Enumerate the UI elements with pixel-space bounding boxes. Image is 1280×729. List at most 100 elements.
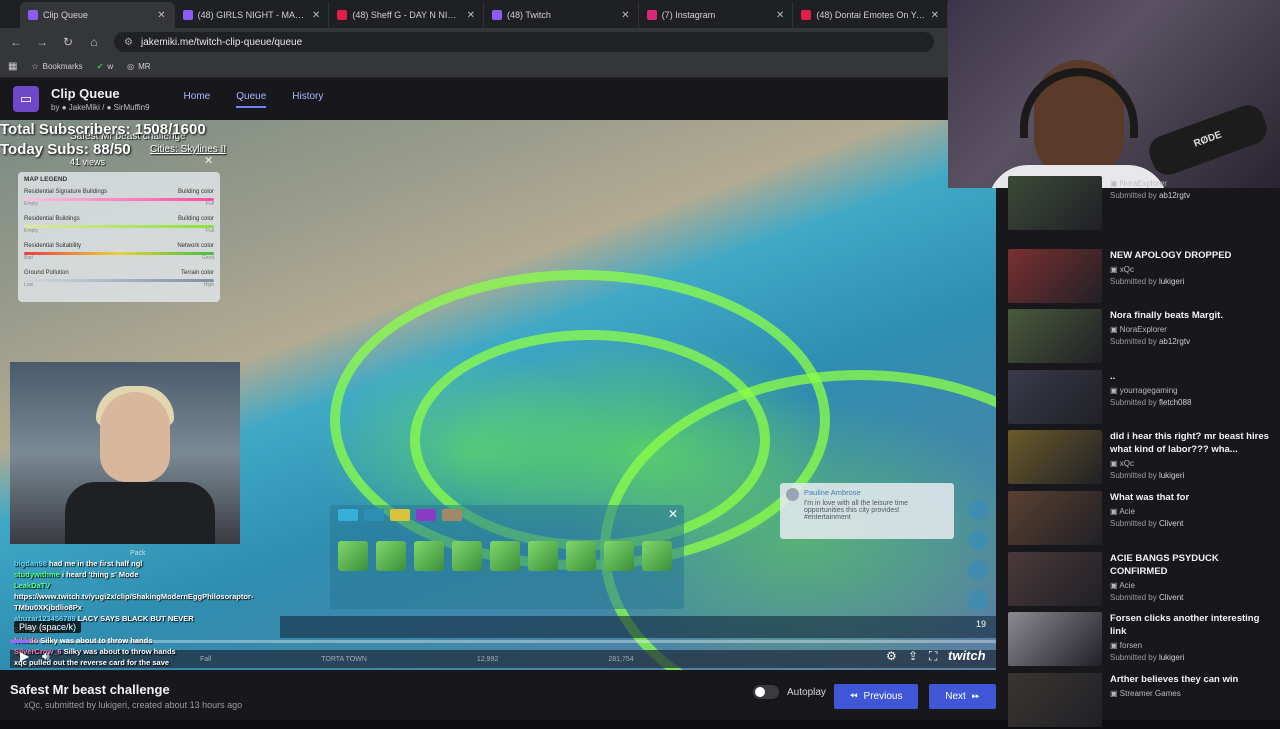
rewind-icon: ⏪︎ — [849, 691, 858, 702]
queue-item[interactable]: Nora finally beats Margit. ▣ NoraExplorer… — [1008, 309, 1274, 365]
browser-tab[interactable]: (7) Instagram ✕ — [639, 2, 794, 28]
apps-grid-icon[interactable]: ▦ — [8, 61, 17, 72]
legend-row: Residential Suitability Network color Ba… — [24, 243, 214, 261]
next-button[interactable]: Next ⏩︎ — [929, 684, 996, 709]
video-progress-bar[interactable] — [10, 640, 996, 643]
chat-message: bigdan98 had me in the first half ngl — [14, 558, 214, 569]
queue-item[interactable]: What was that for ▣ Acie Submitted by Cliv… — [1008, 491, 1274, 547]
tab-close-icon[interactable]: ✕ — [776, 10, 784, 21]
reload-icon[interactable]: ↻ — [62, 35, 74, 49]
queue-item[interactable]: .. ▣ yourragegaming Submitted by fletch088 — [1008, 369, 1274, 426]
nav-queue[interactable]: Queue — [236, 91, 267, 108]
legend-title: MAP LEGEND — [24, 176, 68, 183]
previous-button[interactable]: ⏪︎ Previous — [834, 684, 918, 709]
legend-label: Residential Signature Buildings — [24, 189, 108, 195]
tab-close-icon[interactable]: ✕ — [157, 10, 165, 21]
app-credits: by ● JakeMiki / ● SirMuffin9 — [51, 103, 150, 112]
queue-channel: ▣ forsen — [1110, 641, 1143, 651]
broadcaster-icon: ▣ — [1110, 325, 1118, 335]
legend-label: Residential Suitability — [24, 243, 82, 249]
queue-thumbnail[interactable] — [1008, 369, 1102, 424]
queue-thumbnail[interactable] — [1008, 612, 1102, 667]
home-icon[interactable]: ⌂ — [88, 35, 100, 49]
queue-submitter: Submitted by Clivent — [1110, 519, 1184, 528]
queue-text: Nora finally beats Margit. ▣ NoraExplorer… — [1110, 309, 1270, 346]
bookmarks-bar: ▦ ☆ Bookmarks ✔ w ◎ MR — [0, 56, 948, 78]
queue-submitter: Submitted by Clivent — [1110, 592, 1184, 602]
chat-text: i heard 'thing s' Mode — [61, 570, 139, 579]
queue-thumbnail[interactable] — [1008, 491, 1102, 545]
chirper-name: Pauline Ambrose — [804, 488, 861, 497]
tab-close-icon[interactable]: ✕ — [312, 10, 320, 21]
queue-text: ACIE BANGS PSYDUCK CONFIRMED ▣ Acie Submit… — [1110, 552, 1270, 602]
video-progress-fill — [10, 640, 30, 643]
autoplay-toggle[interactable] — [753, 685, 779, 699]
share-icon[interactable]: ⇪ — [908, 649, 918, 663]
queue-thumbnail[interactable] — [1008, 551, 1102, 606]
queue-item[interactable]: ACIE BANGS PSYDUCK CONFIRMED ▣ Acie Submit… — [1008, 551, 1274, 608]
autoplay-control: Autoplay — [753, 685, 826, 699]
browser-tab[interactable]: (48) Sheff G - DAY N NITE Free ✕ — [329, 2, 485, 28]
queue-item[interactable]: did i hear this right? mr beast hires wh… — [1008, 430, 1274, 486]
tab-title: (48) GIRLS NIGHT - MAKING IT — [197, 10, 307, 20]
tab-close-icon[interactable]: ✕ — [621, 10, 629, 21]
queue-item[interactable]: NEW APOLOGY DROPPED ▣ xQc Submitted by luk… — [1008, 248, 1274, 305]
site-info-icon[interactable]: ⚙ — [124, 37, 133, 48]
legend-type: Building color — [177, 216, 214, 222]
play-icon[interactable]: ▶ — [20, 649, 29, 663]
game-side-buttons — [968, 500, 988, 610]
credit-jakemiki[interactable]: JakeMiki — [69, 103, 100, 112]
queue-thumbnail[interactable] — [1008, 248, 1102, 303]
tab-close-icon[interactable]: ✕ — [931, 10, 939, 21]
browser-tab[interactable]: (48) Dontai Emotes On Yourra ✕ — [793, 2, 949, 28]
bookmark-w[interactable]: ✔ w — [97, 62, 113, 71]
volume-icon[interactable]: 🔊︎ — [42, 649, 50, 664]
nav-home[interactable]: Home — [184, 91, 211, 108]
github-icon: ● — [61, 103, 67, 112]
queue-item[interactable]: Forsen clicks another interesting link ▣ … — [1008, 612, 1274, 668]
fullscreen-icon[interactable]: ⛶ — [929, 649, 937, 664]
legend-label: Residential Buildings — [24, 216, 80, 222]
queue-thumbnail[interactable] — [1008, 672, 1102, 727]
browser-tab[interactable]: (48) Twitch ✕ — [484, 2, 639, 28]
building-item-icon — [642, 541, 672, 571]
queue-thumbnail[interactable] — [1008, 176, 1102, 230]
legend-type: Terrain color — [180, 270, 214, 276]
game-side-icon — [968, 530, 988, 550]
browser-tab[interactable]: (48) GIRLS NIGHT - MAKING IT ✕ — [175, 2, 330, 28]
toolbar-tab-icon — [416, 509, 436, 521]
legend-low: Empty — [24, 228, 39, 234]
queue-title: Arther believes they can win — [1110, 673, 1239, 685]
queue-thumbnail[interactable] — [1008, 430, 1102, 485]
broadcaster-icon: ▣ — [1110, 264, 1118, 274]
streamer-facecam: RØDE — [948, 0, 1280, 188]
globe-icon: ◎ — [127, 62, 135, 71]
twitch-logo[interactable]: twitch — [948, 648, 986, 663]
game-hotbar — [280, 616, 996, 638]
chat-text: Silky was about to throw hands — [63, 647, 176, 656]
person-face — [100, 392, 170, 482]
building-item-icon — [490, 541, 520, 571]
chat-username: LeakDaTV — [14, 581, 51, 590]
browser-tab[interactable]: Clip Queue ✕ — [20, 2, 175, 28]
settings-gear-icon[interactable]: ⚙ — [886, 649, 897, 663]
app-logo-icon[interactable]: ▭ — [13, 86, 39, 112]
credit-sirmuffin[interactable]: SirMuffin9 — [114, 103, 150, 112]
queue-text: NEW APOLOGY DROPPED ▣ xQc Submitted by luk… — [1110, 249, 1270, 286]
chirper-avatar — [786, 488, 799, 501]
queue-title: .. — [1110, 370, 1116, 382]
forward-icon[interactable]: → — [36, 35, 48, 49]
queue-thumbnail[interactable] — [1008, 309, 1102, 364]
tab-close-icon[interactable]: ✕ — [467, 10, 475, 21]
toolbar-tab-icon — [442, 509, 462, 521]
queue-channel: ▣ xQc — [1110, 459, 1135, 469]
back-icon[interactable]: ← — [10, 35, 22, 49]
queue-item[interactable]: Arther believes they can win ▣ Streamer G… — [1008, 672, 1274, 729]
queue-item[interactable]: ▣ NoraExplorer Submitted by ab12rgtv — [1008, 176, 1274, 232]
person-body — [65, 482, 215, 544]
url-field[interactable]: ⚙ jakemiki.me/twitch-clip-queue/queue — [114, 32, 934, 52]
bookmark-mr[interactable]: ◎ MR — [127, 62, 150, 71]
queue-title: ACIE BANGS PSYDUCK CONFIRMED — [1110, 552, 1219, 577]
nav-history[interactable]: History — [292, 91, 323, 108]
bookmark-folder[interactable]: ☆ Bookmarks — [31, 62, 82, 71]
